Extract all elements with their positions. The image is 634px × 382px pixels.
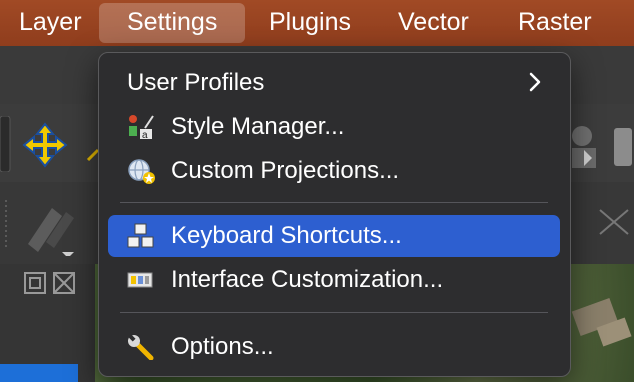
style-manager-icon: a: [129, 115, 154, 140]
svg-text:a: a: [142, 130, 148, 140]
menu-plugins[interactable]: Plugins: [269, 0, 351, 46]
settings-menu: User Profiles a Style Manager... Custom …: [98, 52, 571, 377]
menu-item-label: Keyboard Shortcuts...: [171, 222, 402, 249]
menu-separator: [120, 312, 548, 313]
menu-item-options[interactable]: Options...: [108, 326, 560, 368]
globe-projection-icon: [128, 159, 155, 184]
menu-item-label: User Profiles: [127, 69, 265, 96]
pan-map-icon[interactable]: [22, 122, 68, 168]
menu-item-label: Interface Customization...: [171, 266, 444, 293]
digitize-pencil-icon[interactable]: [22, 196, 78, 256]
menu-vector[interactable]: Vector: [398, 0, 469, 46]
menu-bar: Layer Settings Plugins Vector Raster: [0, 0, 634, 46]
map-building-feature: [571, 297, 632, 347]
chevron-right-icon: [529, 72, 541, 92]
interface-customization-icon: [127, 272, 153, 288]
toolbar-handle: [0, 116, 11, 172]
menu-item-keyboard-shortcuts[interactable]: Keyboard Shortcuts...: [108, 215, 560, 257]
menu-item-style-manager[interactable]: a Style Manager...: [108, 106, 560, 148]
menu-separator: [120, 202, 548, 203]
wrench-icon: [128, 334, 154, 360]
layer-selection-bar: [0, 364, 78, 382]
scissors-icon[interactable]: [596, 204, 632, 240]
menu-item-custom-projections[interactable]: Custom Projections...: [108, 150, 560, 192]
menu-item-label: Options...: [171, 333, 274, 360]
menu-item-label: Style Manager...: [171, 113, 345, 140]
keyboard-shortcuts-icon: [127, 223, 154, 248]
layer-tools-icon[interactable]: [570, 122, 634, 172]
toolbar-handle-2: [5, 200, 7, 248]
menu-item-interface-customization[interactable]: Interface Customization...: [108, 259, 560, 301]
menu-item-label: Custom Projections...: [171, 157, 400, 184]
menu-raster[interactable]: Raster: [518, 0, 592, 46]
menu-item-user-profiles[interactable]: User Profiles: [108, 62, 560, 104]
menu-settings[interactable]: Settings: [99, 3, 246, 43]
panel-controls-icon[interactable]: [24, 272, 78, 294]
menu-layer[interactable]: Layer: [19, 0, 82, 46]
